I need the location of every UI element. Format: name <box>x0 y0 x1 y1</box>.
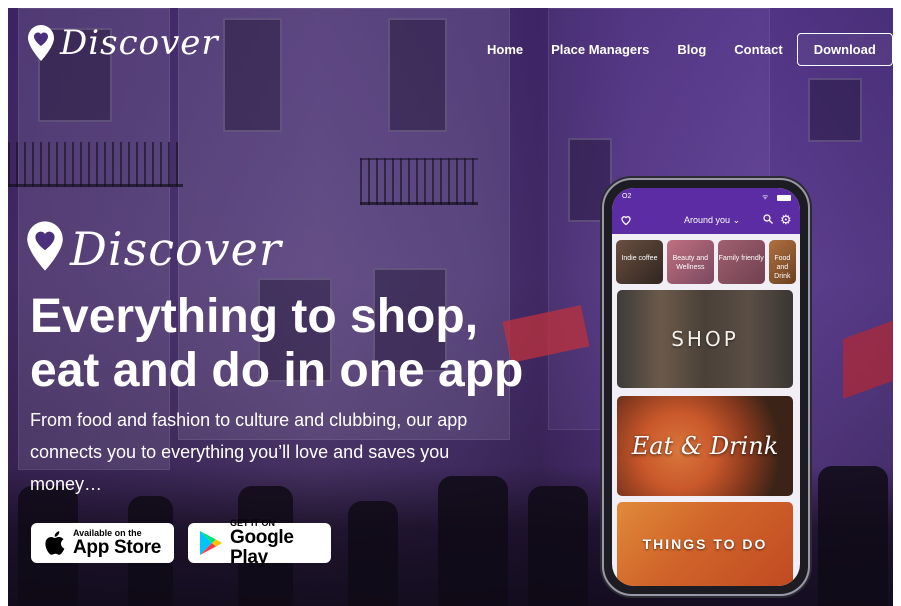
tile-eat-drink[interactable]: Eat & Drink <box>617 396 793 496</box>
chevron-down-icon: ⌄ <box>732 215 741 225</box>
hero-headline: Everything to shop, eat and do in one ap… <box>30 290 550 398</box>
nav-link-place-managers[interactable]: Place Managers <box>551 42 649 57</box>
tile-shop-label: SHOP <box>671 327 739 351</box>
apple-icon <box>43 530 65 556</box>
google-play-icon <box>198 530 222 556</box>
nav-link-blog[interactable]: Blog <box>677 42 706 57</box>
category-label: Beauty and Wellness <box>672 255 709 271</box>
around-you-dropdown[interactable]: Around you ⌄ <box>684 215 740 226</box>
heart-pin-icon <box>26 24 56 62</box>
category-strip: Indie coffee Beauty and Wellness Family … <box>616 240 800 286</box>
google-play-big-label: Google Play <box>230 527 294 568</box>
nav-link-home[interactable]: Home <box>487 42 523 57</box>
tile-things-to-do[interactable]: THINGS TO DO <box>617 502 793 586</box>
window <box>808 78 862 142</box>
hero-brand-logo: Discover <box>24 220 282 277</box>
category-card[interactable]: Indie coffee <box>616 240 663 284</box>
window <box>223 18 282 132</box>
hero-brand-name: Discover <box>70 221 282 276</box>
phone-app-bar: Around you ⌄ ⚙ <box>612 208 800 234</box>
app-store-big-label: App Store <box>73 537 162 558</box>
hero-headline-line2: eat and do in one app <box>30 344 524 397</box>
balcony-railing <box>8 142 183 187</box>
app-store-badge[interactable]: Available on the App Store <box>31 523 174 563</box>
category-label: Family friendly <box>718 255 764 262</box>
category-card[interactable]: Family friendly <box>717 240 765 284</box>
person-silhouette <box>348 501 398 606</box>
hero-subtext: From food and fashion to culture and clu… <box>30 410 468 494</box>
brand-name: Discover <box>60 23 219 63</box>
shop-awning <box>843 317 893 399</box>
app-store-text: Available on the App Store <box>73 528 161 558</box>
category-label: Indie coffee <box>621 255 658 262</box>
phone-screen: O2 ᯤ Around you ⌄ ⚙ Indie coffee Beauty … <box>612 188 800 586</box>
person-silhouette <box>528 486 588 606</box>
google-play-badge[interactable]: GET IT ON Google Play <box>188 518 331 568</box>
category-card[interactable]: Food and Drink <box>768 240 797 284</box>
tile-shop[interactable]: SHOP <box>617 290 793 388</box>
window <box>388 18 447 132</box>
heart-pin-icon <box>24 220 66 277</box>
battery-icon <box>777 195 791 201</box>
search-icon[interactable] <box>762 213 774 228</box>
category-card[interactable]: Beauty and Wellness <box>666 240 714 284</box>
tile-eat-drink-label: Eat & Drink <box>631 432 779 460</box>
google-play-text: GET IT ON Google Play <box>230 518 331 568</box>
tile-things-to-do-label: THINGS TO DO <box>642 536 768 552</box>
hero-headline-line1: Everything to shop, <box>30 290 479 343</box>
top-navigation: Home Place Managers Blog Contact Downloa… <box>487 33 893 66</box>
header-logo[interactable]: Discover <box>26 23 219 63</box>
phone-mockup: O2 ᯤ Around you ⌄ ⚙ Indie coffee Beauty … <box>602 178 810 596</box>
phone-status-bar: O2 ᯤ <box>612 188 800 208</box>
category-label: Food and Drink <box>774 255 791 280</box>
balcony-railing <box>360 158 478 205</box>
gear-icon[interactable]: ⚙ <box>780 212 792 228</box>
around-you-label: Around you <box>684 215 731 225</box>
heart-icon[interactable] <box>620 214 632 229</box>
carrier-label: O2 <box>622 193 632 200</box>
download-button[interactable]: Download <box>796 33 893 66</box>
wifi-icon: ᯤ <box>762 194 769 201</box>
nav-link-contact[interactable]: Contact <box>734 42 782 57</box>
person-silhouette <box>818 466 888 606</box>
